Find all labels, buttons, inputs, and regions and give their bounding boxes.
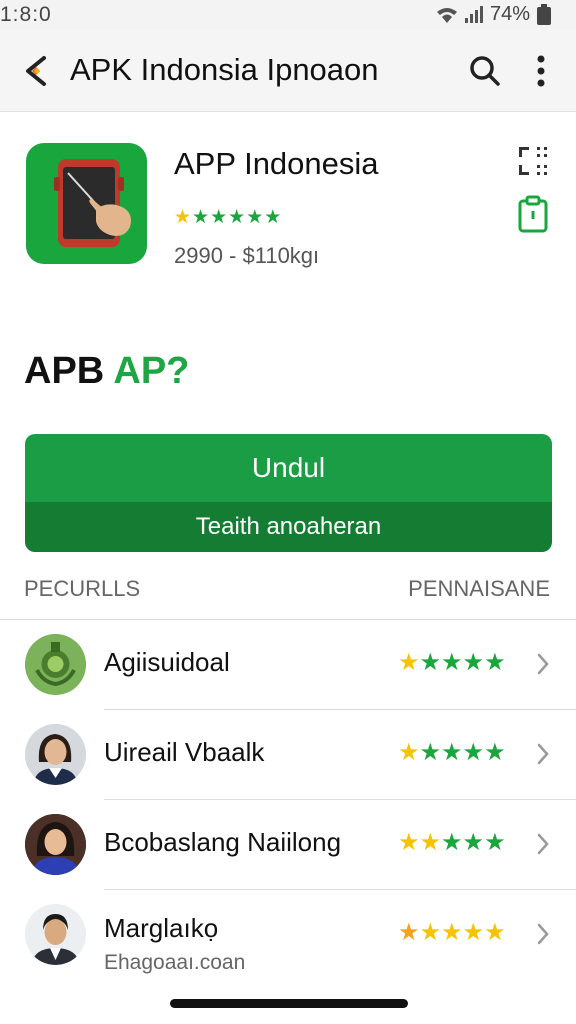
download-button[interactable]: Undul [25,434,552,502]
chevron-right-icon [537,923,549,945]
green-emblem-avatar [25,634,86,695]
star-icon: ★ [228,207,246,228]
star-icon: ★ [441,739,463,766]
status-time: 1:8:0 [0,3,52,26]
clipboard-button[interactable] [517,195,549,233]
list-item-rating: ★ ★ ★ ★ ★ [398,651,506,675]
search-button[interactable] [466,52,504,90]
status-bar: 1:8:0 74% [0,0,576,30]
clipboard-icon [518,195,548,233]
list-item-subtitle: Ehagoaaı.coan [104,951,246,974]
star-icon: ★ [462,739,485,766]
list-item-name: Agiisuidoal [104,647,230,677]
app-name: APP Indonesia [174,146,379,181]
star-icon: ★ [398,919,420,946]
tablet-hand-app-icon [26,143,147,264]
back-arrow-icon [26,56,46,86]
star-icon: ★ [462,829,485,856]
battery-icon [537,3,551,25]
list-item[interactable]: Uireail Vbaalk ★ ★ ★ ★ ★ [0,709,576,799]
signal-icon [464,5,483,23]
star-icon: ★ [441,649,463,676]
star-icon: ★ [419,649,442,676]
star-icon: ★ [419,919,442,946]
home-indicator[interactable] [170,999,408,1008]
star-icon: ★ [246,207,264,228]
chevron-right-icon [537,833,549,855]
list-item-name: Bcobaslang Naiilong [104,827,342,857]
star-icon: ★ [462,649,485,676]
list-item-rating: ★ ★ ★ ★ ★ [398,741,506,765]
app-rating: ★ ★ ★ ★ ★ ★ [174,208,281,228]
list-item[interactable]: Marglaıkọ Ehagoaaı.coan ★ ★ ★ ★ ★ [0,889,576,979]
star-icon: ★ [441,829,463,856]
app-bar: APK Indonsia Iрnoaon [0,30,576,112]
star-icon: ★ [419,739,442,766]
star-icon: ★ [398,649,420,676]
section-label-right: PENNAISANE [408,576,550,601]
headline-part-b: AP? [113,350,190,392]
qr-code-icon [519,147,547,175]
headline: APB AP? [24,350,189,393]
woman-blue-portrait-avatar [25,814,86,875]
list-item-name: Marglaıkọ [104,913,219,943]
star-icon: ★ [210,207,228,228]
star-icon: ★ [419,829,442,856]
section-label-left: PECURLLS [24,576,141,601]
chevron-right-icon [537,653,549,675]
star-icon: ★ [484,829,506,856]
app-meta: 2990 - $110kgı [174,243,320,268]
list-item[interactable]: Bcobaslang Naiilong ★ ★ ★ ★ ★ [0,799,576,889]
wifi-icon [436,7,457,23]
chevron-right-icon [537,743,549,765]
list-item[interactable]: Agiisuidoal ★ ★ ★ ★ ★ [0,619,576,709]
list-item-rating: ★ ★ ★ ★ ★ [398,921,506,945]
star-icon: ★ [264,207,282,228]
secondary-action-button[interactable]: Teaith anoaheran [25,502,552,552]
star-icon: ★ [484,919,506,946]
battery-percent: 74% [489,3,530,25]
search-icon [470,56,500,86]
back-button[interactable] [18,52,56,90]
star-icon: ★ [174,207,192,228]
page-title: APK Indonsia Iрnoaon [70,52,379,87]
star-icon: ★ [484,649,506,676]
status-icons: 74% [436,3,552,26]
overflow-menu-button[interactable] [526,52,556,90]
woman-portrait-avatar [25,724,86,785]
star-icon: ★ [484,739,506,766]
list-item-rating: ★ ★ ★ ★ ★ [398,831,506,855]
qr-code-button[interactable] [517,145,549,177]
more-vert-icon [537,55,545,87]
headline-part-a: APB [24,350,105,392]
star-icon: ★ [462,919,485,946]
star-icon: ★ [398,739,420,766]
man-portrait-avatar [25,904,86,965]
star-icon: ★ [398,829,420,856]
list-item-name: Uireail Vbaalk [104,737,265,767]
star-icon: ★ [441,919,463,946]
star-icon: ★ [192,207,210,228]
